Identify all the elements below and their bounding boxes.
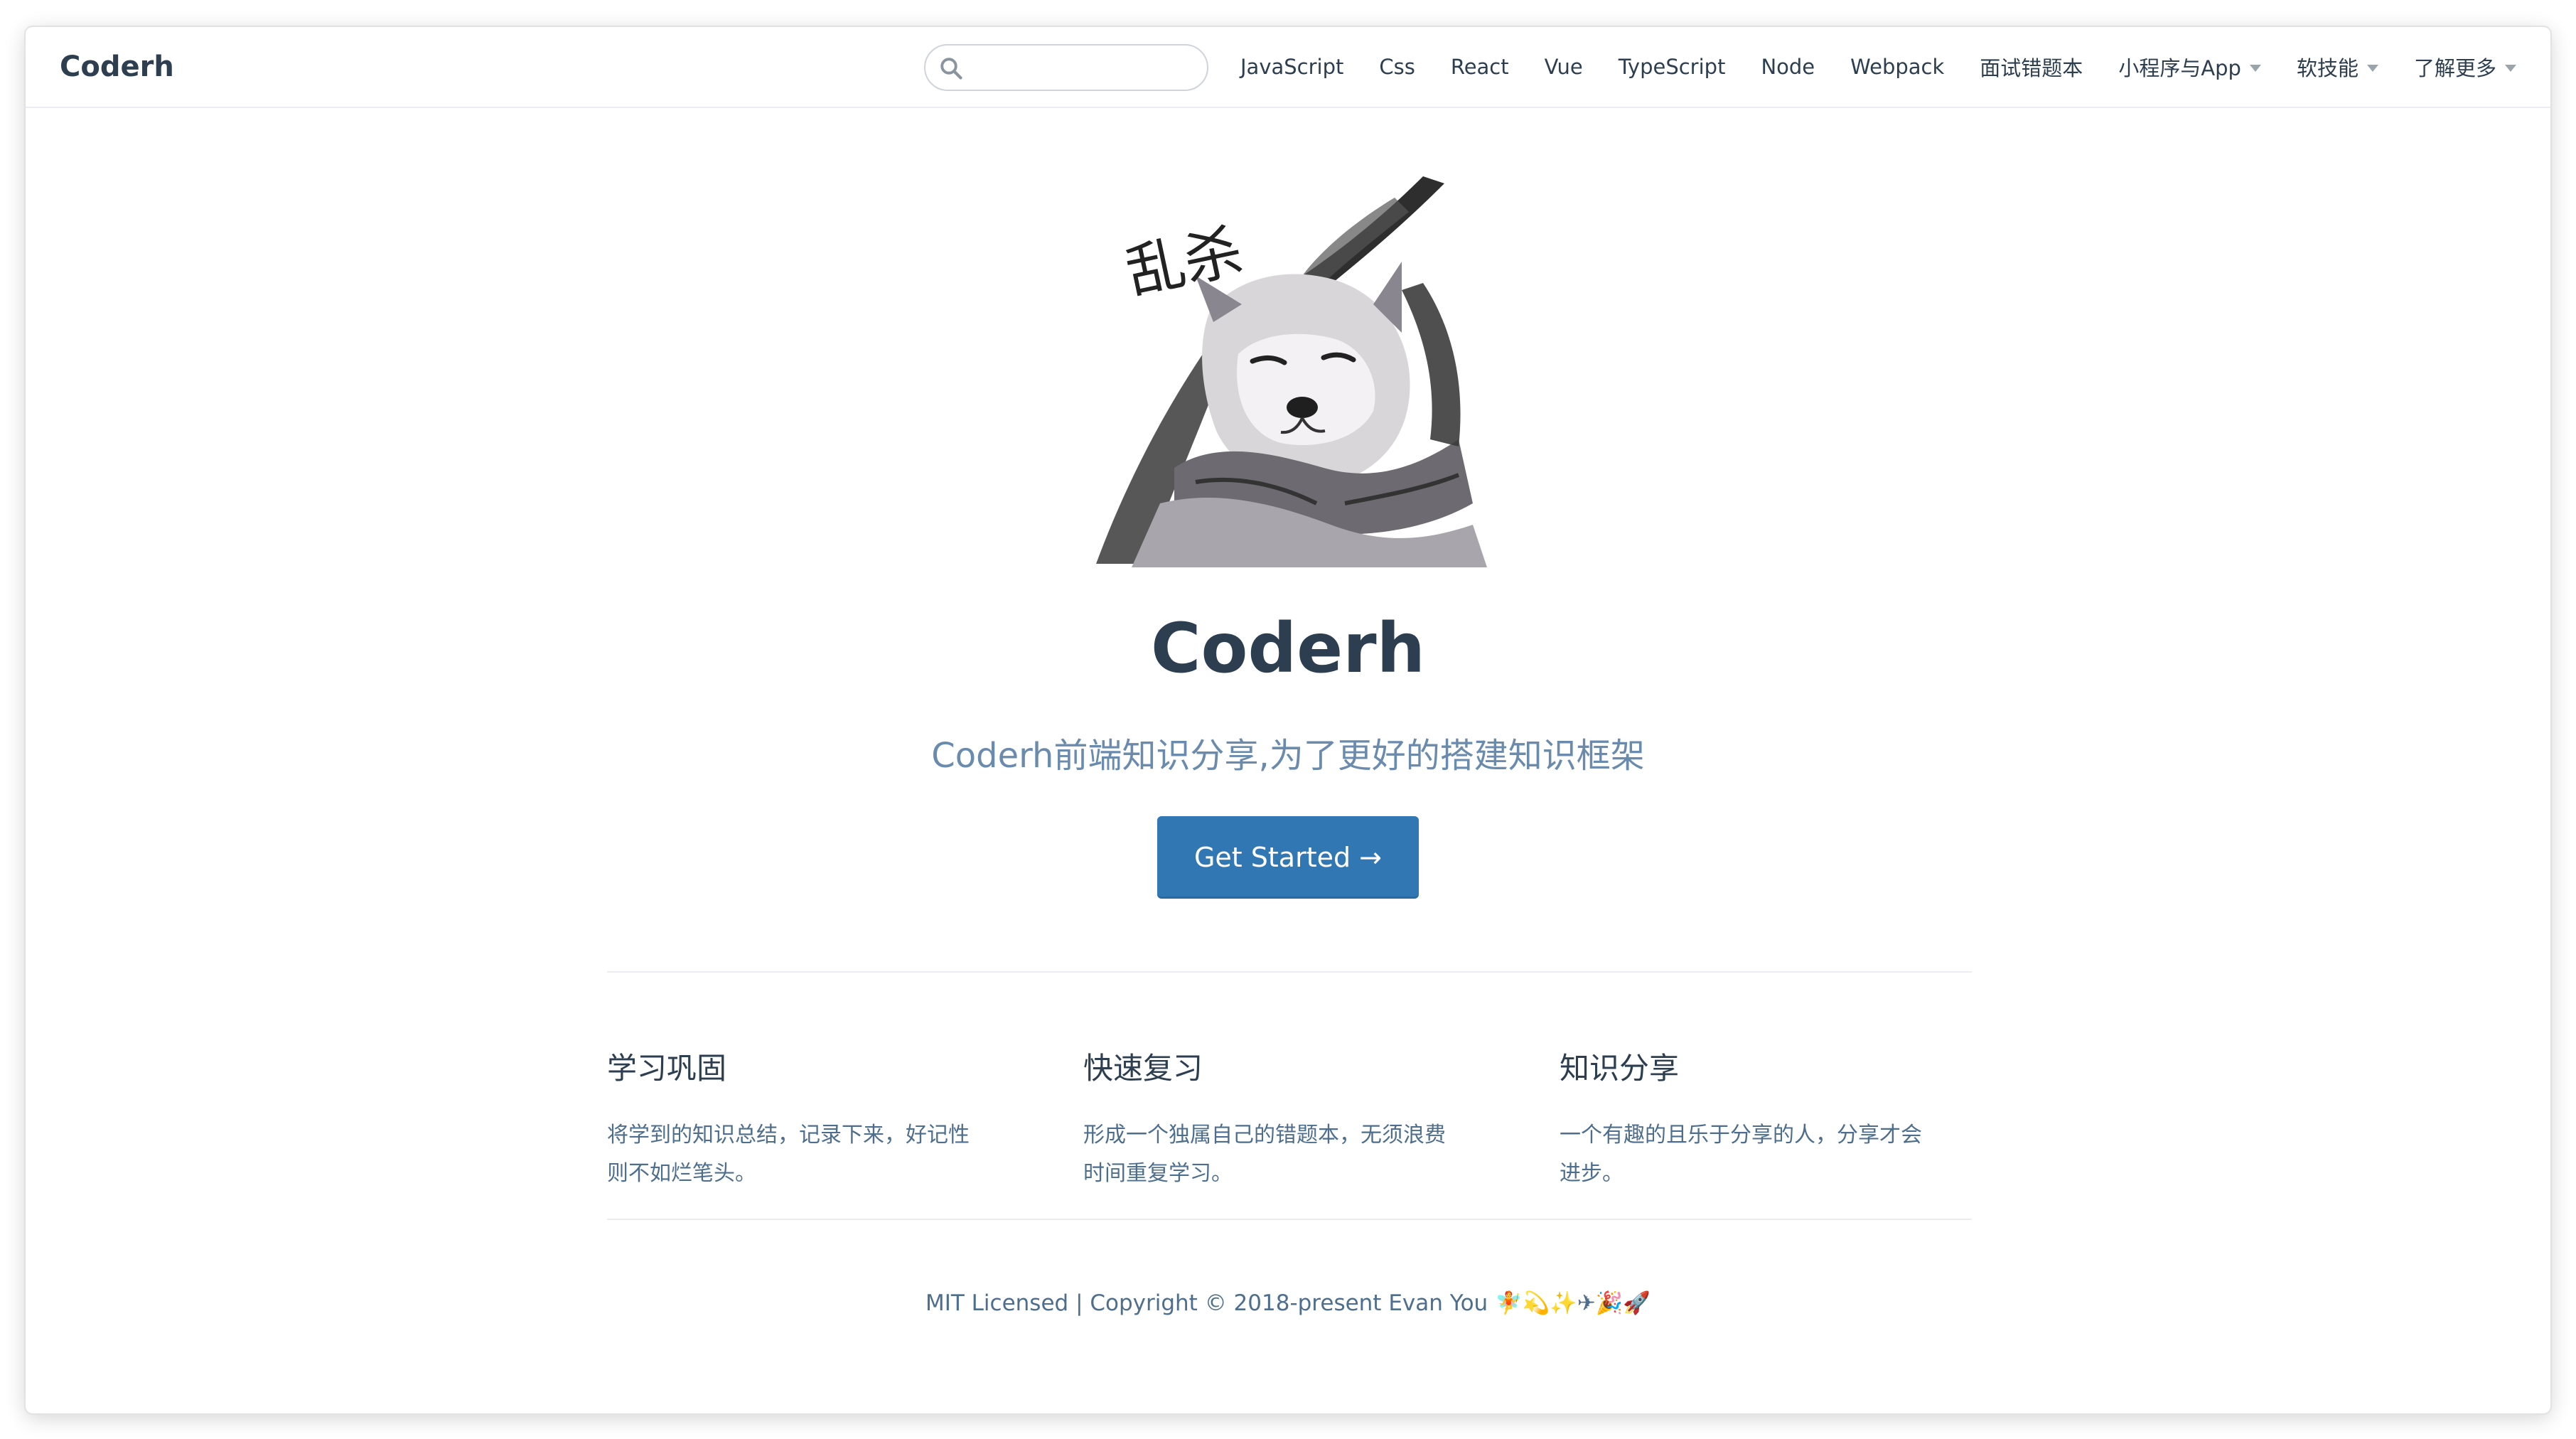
nav-item-vue[interactable]: Vue (1545, 55, 1583, 79)
hero-section: 乱杀 Coderh Coderh前端知识分享,为了更好的搭建知识框架 Get S… (26, 169, 2550, 899)
features-divider-top (607, 971, 1972, 973)
nav-dropdown-miniprogram[interactable]: 小程序与App (2118, 52, 2261, 82)
chevron-down-icon (2505, 65, 2516, 72)
hero-image-shiba-swordsman: 乱杀 (1089, 169, 1487, 567)
nav-item-interview-notes[interactable]: 面试错题本 (1980, 52, 2083, 82)
hero-title: Coderh (1151, 609, 1425, 688)
search-input[interactable] (971, 50, 1201, 87)
search-icon (940, 58, 962, 80)
nav-item-css[interactable]: Css (1379, 55, 1415, 79)
browser-window: Coderh JavaScript Css React Vue TypeScri… (26, 27, 2550, 1413)
feature-card: 知识分享 一个有趣的且乐于分享的人，分享才会 进步。 (1560, 1051, 1972, 1193)
hero-description: Coderh前端知识分享,为了更好的搭建知识框架 (931, 735, 1645, 776)
footer: MIT Licensed | Copyright © 2018-present … (26, 1290, 2550, 1316)
site-name-link[interactable]: Coderh (60, 27, 174, 107)
chevron-down-icon (2366, 65, 2378, 72)
nav-item-react[interactable]: React (1451, 55, 1509, 79)
feature-description: 将学到的知识总结，记录下来，好记性 则不如烂笔头。 (607, 1123, 970, 1187)
feature-title: 知识分享 (1560, 1051, 1680, 1086)
nav-item-javascript[interactable]: JavaScript (1240, 55, 1343, 79)
feature-description: 形成一个独属自己的错题本，无须浪费 时间重复学习。 (1083, 1123, 1446, 1187)
nav-dropdown-more[interactable]: 了解更多 (2414, 52, 2516, 82)
feature-title: 快速复习 (1083, 1051, 1203, 1086)
navbar: Coderh JavaScript Css React Vue TypeScri… (26, 27, 2550, 108)
feature-card: 快速复习 形成一个独属自己的错题本，无须浪费 时间重复学习。 (1083, 1051, 1496, 1193)
feature-description: 一个有趣的且乐于分享的人，分享才会 进步。 (1560, 1123, 1922, 1187)
features-section: 学习巩固 将学到的知识总结，记录下来，好记性 则不如烂笔头。 快速复习 形成一个独… (607, 1051, 1972, 1193)
footer-divider (607, 1219, 1972, 1220)
get-started-button[interactable]: Get Started → (1156, 815, 1420, 899)
nav-links: JavaScript Css React Vue TypeScript Node… (1240, 27, 2516, 107)
feature-card: 学习巩固 将学到的知识总结，记录下来，好记性 则不如烂笔头。 (607, 1051, 1019, 1193)
nav-item-node[interactable]: Node (1761, 55, 1815, 79)
nav-item-webpack[interactable]: Webpack (1850, 55, 1944, 79)
chevron-down-icon (2249, 65, 2261, 72)
search-box[interactable] (924, 44, 1208, 91)
feature-title: 学习巩固 (607, 1051, 727, 1086)
nav-dropdown-soft-skills[interactable]: 软技能 (2297, 52, 2378, 82)
nav-item-typescript[interactable]: TypeScript (1619, 55, 1726, 79)
footer-text: MIT Licensed | Copyright © 2018-present … (925, 1290, 1651, 1316)
